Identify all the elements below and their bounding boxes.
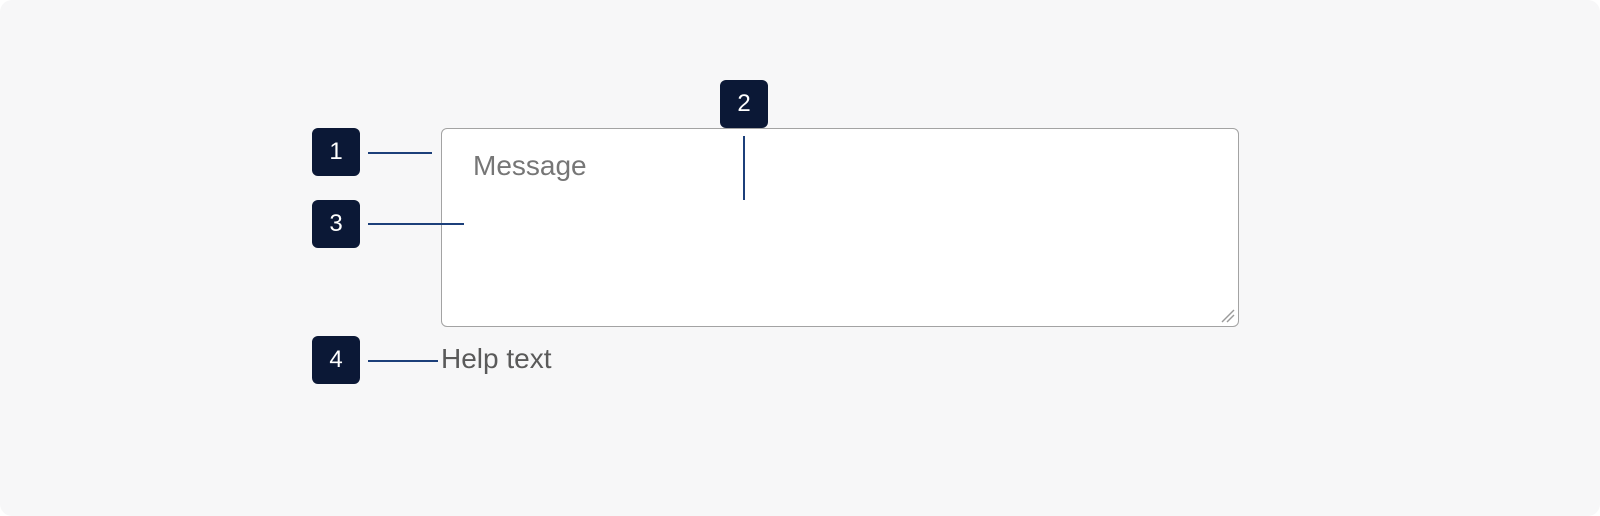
callout-marker-1: 1	[312, 128, 360, 176]
callout-line-4	[368, 360, 438, 362]
callout-line-2	[743, 136, 745, 200]
resize-handle-icon[interactable]	[1221, 309, 1235, 323]
callout-line-3	[368, 223, 464, 225]
callout-line-1	[368, 152, 432, 154]
help-text: Help text	[441, 343, 552, 374]
textarea-placeholder: Message	[473, 150, 587, 181]
anatomy-diagram: Message Help text 1 2 3 4	[0, 0, 1600, 516]
message-textarea[interactable]: Message	[441, 128, 1239, 327]
callout-marker-3: 3	[312, 200, 360, 248]
callout-marker-2: 2	[720, 80, 768, 128]
callout-marker-4: 4	[312, 336, 360, 384]
